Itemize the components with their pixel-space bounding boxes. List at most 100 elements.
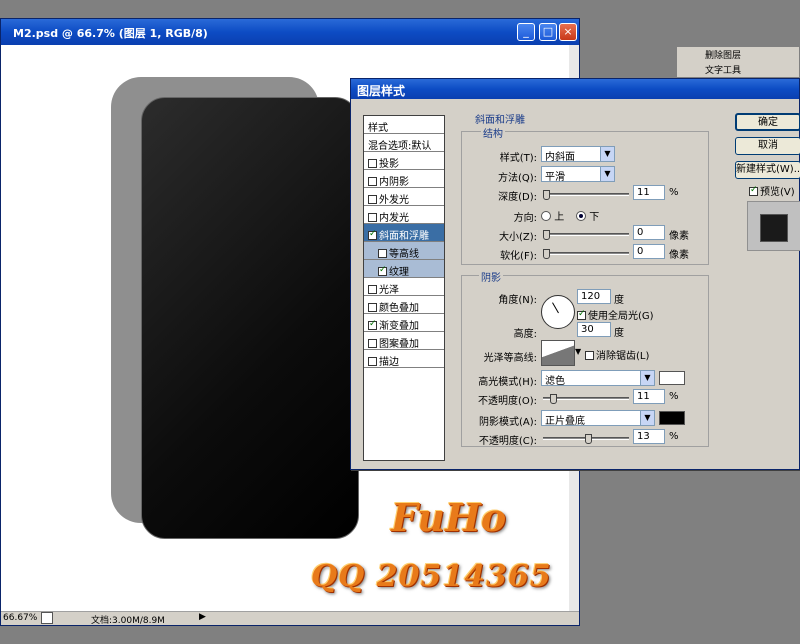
- cancel-button[interactable]: 取消: [735, 137, 800, 155]
- style-item[interactable]: 渐变叠加: [364, 314, 444, 332]
- chevron-down-icon: ▼: [600, 167, 614, 181]
- checkbox[interactable]: [368, 177, 377, 186]
- style-list: 样式 混合选项:默认 投影内阴影外发光内发光斜面和浮雕等高线纹理光泽颜色叠加渐变…: [363, 115, 445, 461]
- highlight-opacity-input[interactable]: 11: [633, 389, 665, 404]
- preview-checkbox[interactable]: 预览(V): [749, 183, 795, 198]
- highlight-opacity-slider[interactable]: [543, 394, 629, 404]
- document-title-bar[interactable]: M2.psd @ 66.7% (图层 1, RGB/8): [1, 19, 579, 45]
- style-item[interactable]: 内阴影: [364, 170, 444, 188]
- style-item[interactable]: 外发光: [364, 188, 444, 206]
- blending-options[interactable]: 混合选项:默认: [364, 134, 444, 152]
- styles-header[interactable]: 样式: [364, 116, 444, 134]
- palette-item[interactable]: 删除图层: [705, 48, 741, 61]
- style-item-label: 投影: [379, 159, 399, 170]
- layer-style-dialog: 图层样式 样式 混合选项:默认 投影内阴影外发光内发光斜面和浮雕等高线纹理光泽颜…: [350, 78, 800, 470]
- shadow-opacity-slider[interactable]: [543, 434, 629, 444]
- slider-thumb[interactable]: [543, 249, 550, 259]
- style-item[interactable]: 斜面和浮雕: [364, 224, 444, 242]
- zoom-level[interactable]: 66.67%: [3, 613, 37, 623]
- style-select[interactable]: 内斜面 ▼: [541, 146, 615, 163]
- style-item-label: 等高线: [389, 249, 419, 260]
- slider-thumb[interactable]: [543, 190, 550, 200]
- style-item[interactable]: 描边: [364, 350, 444, 368]
- depth-unit: %: [669, 187, 679, 198]
- antialias-checkbox[interactable]: 消除锯齿(L): [585, 347, 649, 362]
- checkbox[interactable]: [368, 195, 377, 204]
- status-icon[interactable]: [41, 612, 53, 624]
- highlight-color-swatch[interactable]: [659, 371, 685, 385]
- palette-item[interactable]: 文字工具: [705, 63, 741, 76]
- style-label: 样式(T):: [499, 153, 537, 164]
- soften-slider[interactable]: [543, 249, 629, 259]
- shadow-color-swatch[interactable]: [659, 411, 685, 425]
- style-item[interactable]: 纹理: [364, 260, 444, 278]
- soften-input[interactable]: 0: [633, 244, 665, 259]
- style-item[interactable]: 颜色叠加: [364, 296, 444, 314]
- preview-swatch: [760, 214, 788, 242]
- style-item-label: 斜面和浮雕: [379, 231, 429, 242]
- checkbox[interactable]: [378, 249, 387, 258]
- checkbox[interactable]: [368, 303, 377, 312]
- highlight-opacity-label: 不透明度(O):: [477, 396, 537, 407]
- style-item[interactable]: 图案叠加: [364, 332, 444, 350]
- style-item-label: 描边: [379, 357, 399, 368]
- new-style-button[interactable]: 新建样式(W)...: [735, 161, 800, 179]
- gloss-contour-preview[interactable]: [541, 340, 575, 366]
- angle-unit: 度: [614, 295, 624, 306]
- angle-input[interactable]: 120: [577, 289, 611, 304]
- style-item[interactable]: 光泽: [364, 278, 444, 296]
- angle-dial[interactable]: [541, 295, 575, 329]
- chevron-down-icon: ▼: [600, 147, 614, 161]
- checkbox[interactable]: [368, 159, 377, 168]
- style-item[interactable]: 投影: [364, 152, 444, 170]
- global-light-checkbox[interactable]: 使用全局光(G): [577, 307, 654, 322]
- style-item-label: 纹理: [389, 267, 409, 278]
- checkbox[interactable]: [368, 285, 377, 294]
- dialog-title: 图层样式: [357, 84, 406, 98]
- checkbox[interactable]: [368, 229, 377, 240]
- checkbox[interactable]: [368, 339, 377, 348]
- chevron-down-icon: ▼: [640, 411, 654, 425]
- style-item-label: 渐变叠加: [379, 321, 419, 332]
- shadow-mode-label: 阴影模式(A):: [478, 417, 537, 428]
- percent-unit: %: [669, 391, 679, 402]
- checkbox[interactable]: [368, 319, 377, 330]
- shadow-opacity-input[interactable]: 13: [633, 429, 665, 444]
- size-slider[interactable]: [543, 230, 629, 240]
- depth-input[interactable]: 11: [633, 185, 665, 200]
- minimize-button[interactable]: _: [517, 23, 535, 41]
- radio-up[interactable]: [541, 211, 551, 221]
- size-input[interactable]: 0: [633, 225, 665, 240]
- style-item[interactable]: 内发光: [364, 206, 444, 224]
- radio-down[interactable]: [576, 211, 586, 221]
- checkbox[interactable]: [378, 265, 387, 276]
- direction-up[interactable]: 上: [541, 208, 564, 223]
- highlight-mode-label: 高光模式(H):: [478, 377, 537, 388]
- shading-title: 阴影: [479, 269, 503, 284]
- checkbox[interactable]: [577, 309, 586, 320]
- technique-select[interactable]: 平滑 ▼: [541, 166, 615, 183]
- chevron-down-icon[interactable]: ▼: [575, 347, 581, 356]
- dialog-title-bar[interactable]: 图层样式: [351, 79, 799, 99]
- altitude-input[interactable]: 30: [577, 322, 611, 337]
- direction-label: 方向:: [513, 213, 537, 224]
- slider-thumb[interactable]: [543, 230, 550, 240]
- shadow-mode-select[interactable]: 正片叠底 ▼: [541, 410, 655, 427]
- status-menu-arrow-icon[interactable]: ▶: [199, 612, 206, 622]
- soften-label: 软化(F):: [500, 251, 537, 262]
- depth-label: 深度(D):: [498, 192, 537, 203]
- depth-slider[interactable]: [543, 190, 629, 200]
- maximize-button[interactable]: □: [539, 23, 557, 41]
- slider-thumb[interactable]: [585, 434, 592, 444]
- style-item[interactable]: 等高线: [364, 242, 444, 260]
- ok-button[interactable]: 确定: [735, 113, 800, 131]
- checkbox[interactable]: [585, 351, 594, 360]
- altitude-unit: 度: [614, 328, 624, 339]
- close-button[interactable]: ×: [559, 23, 577, 41]
- highlight-mode-select[interactable]: 滤色 ▼: [541, 370, 655, 387]
- direction-down[interactable]: 下: [576, 208, 599, 223]
- checkbox[interactable]: [749, 185, 758, 196]
- checkbox[interactable]: [368, 357, 377, 366]
- checkbox[interactable]: [368, 213, 377, 222]
- slider-thumb[interactable]: [550, 394, 557, 404]
